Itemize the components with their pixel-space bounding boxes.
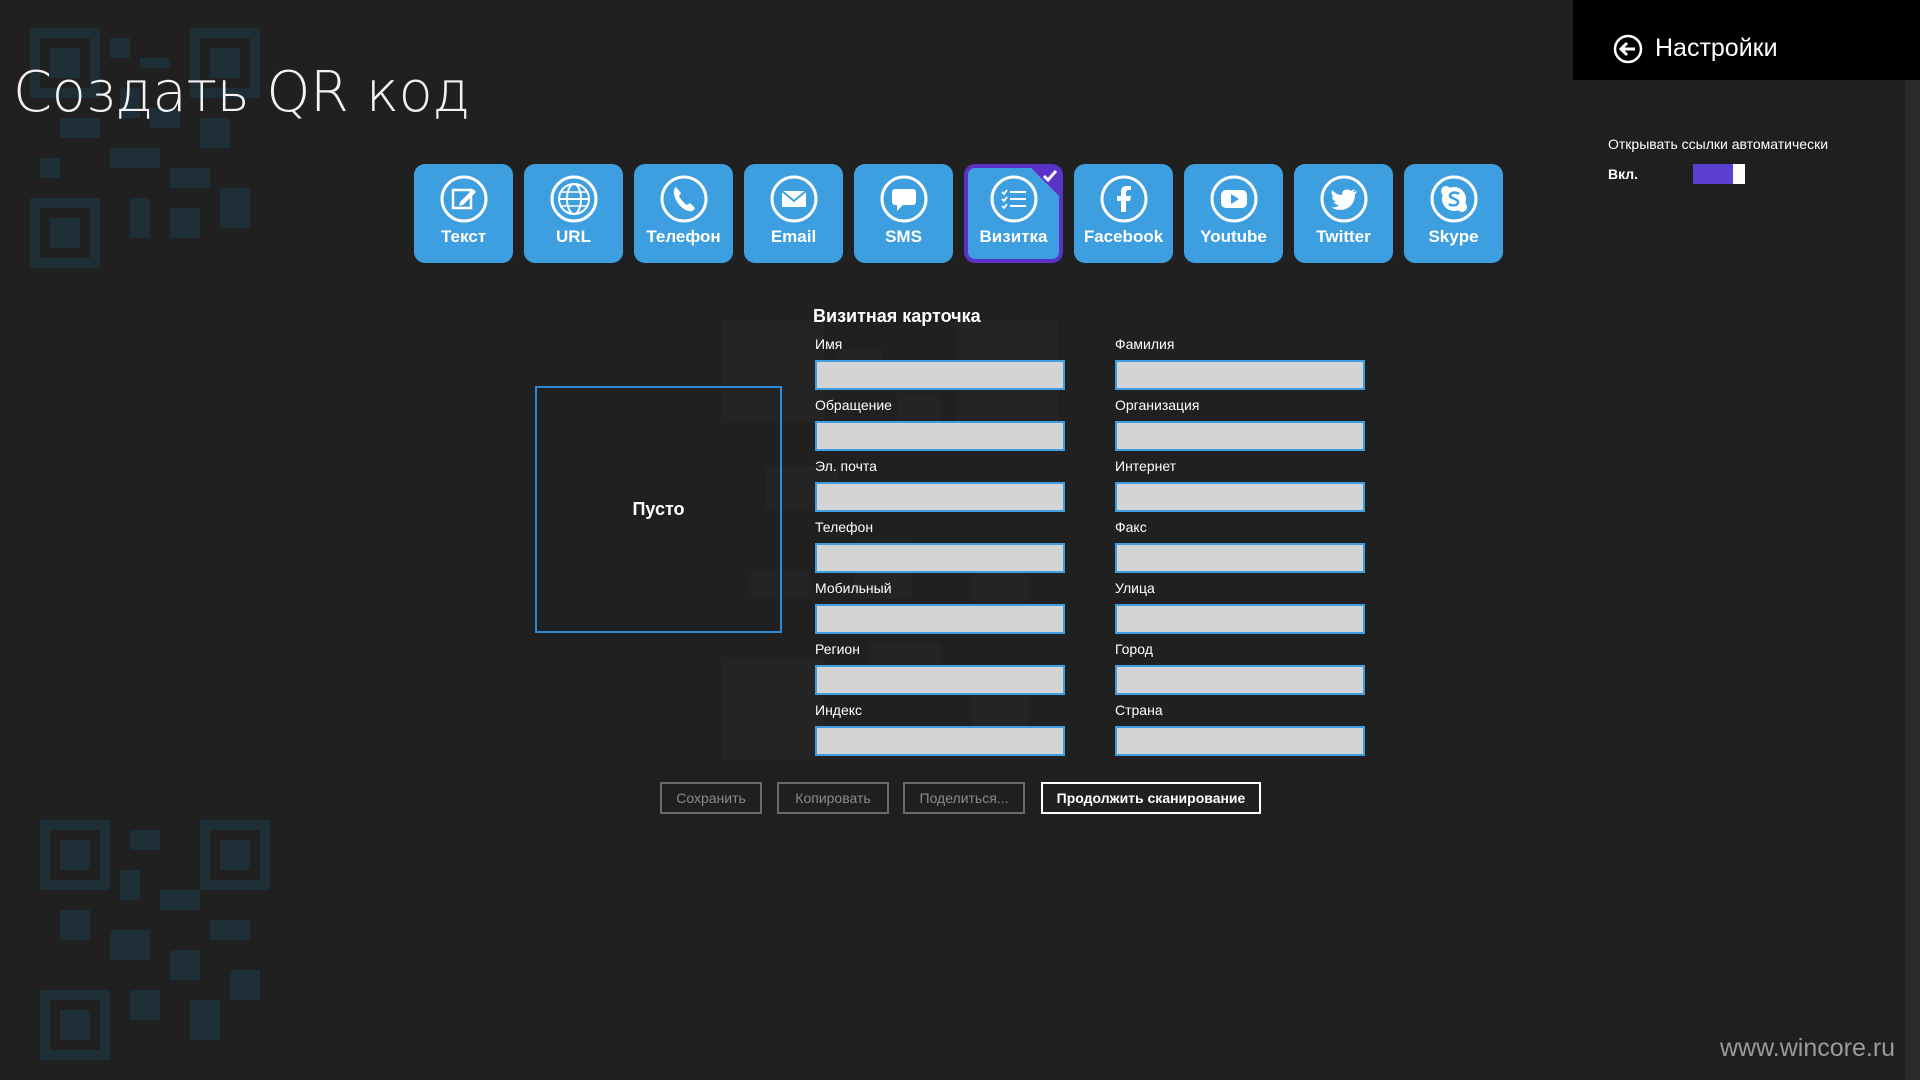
website-input[interactable]	[1115, 482, 1365, 512]
field-label: Город	[1115, 641, 1153, 657]
qr-decoration-bottom-left	[40, 820, 270, 1060]
type-button-label: Twitter	[1316, 227, 1371, 246]
type-button-label: Текст	[440, 227, 487, 246]
field-postal-code: Индекс	[815, 702, 1065, 756]
field-label: Индекс	[815, 702, 863, 718]
main-area: Создать QR код Текст URL Телефон Email S…	[0, 0, 1573, 1080]
type-button-twitter[interactable]: Twitter	[1294, 164, 1393, 263]
organization-input[interactable]	[1115, 421, 1365, 451]
envelope-icon	[770, 175, 817, 223]
pencil-square-icon	[440, 175, 487, 223]
field-label: Факс	[1115, 519, 1147, 535]
type-button-label: Skype	[1428, 227, 1479, 246]
field-phone: Телефон	[815, 519, 1065, 573]
auto-open-links-toggle[interactable]	[1693, 164, 1745, 184]
settings-title: Настройки	[1655, 34, 1778, 62]
watermark: www.wincore.ru	[1720, 1034, 1896, 1062]
phone-input[interactable]	[815, 543, 1065, 573]
street-input[interactable]	[1115, 604, 1365, 634]
city-input[interactable]	[1115, 665, 1365, 695]
field-label: Организация	[1115, 397, 1200, 413]
field-label: Мобильный	[815, 580, 892, 596]
settings-panel: Настройки Открывать ссылки автоматически…	[1573, 0, 1920, 1080]
settings-scrollbar[interactable]	[1905, 80, 1920, 1080]
field-first-name: Имя	[815, 336, 1065, 390]
email-input[interactable]	[815, 482, 1065, 512]
type-button-phone[interactable]: Телефон	[634, 164, 733, 263]
field-region: Регион	[815, 641, 1065, 695]
first-name-input[interactable]	[815, 360, 1065, 390]
field-label: Регион	[815, 641, 860, 657]
skype-icon	[1430, 175, 1477, 223]
field-label: Фамилия	[1115, 336, 1175, 352]
back-arrow-icon[interactable]	[1613, 34, 1643, 64]
field-label: Обращение	[815, 397, 892, 413]
share-button[interactable]: Поделиться...	[903, 782, 1025, 814]
continue-scanning-button[interactable]: Продолжить сканирование	[1041, 782, 1261, 814]
page-title: Создать QR код	[13, 60, 470, 125]
type-button-label: Email	[770, 227, 817, 246]
field-last-name: Фамилия	[1115, 336, 1365, 390]
toggle-thumb	[1733, 164, 1745, 184]
type-button-facebook[interactable]: Facebook	[1074, 164, 1173, 263]
auto-open-links-label: Открывать ссылки автоматически	[1608, 136, 1829, 152]
type-button-label: SMS	[885, 227, 922, 246]
mobile-input[interactable]	[815, 604, 1065, 634]
type-button-email[interactable]: Email	[744, 164, 843, 263]
selected-check-icon	[1030, 167, 1060, 197]
type-button-skype[interactable]: Skype	[1404, 164, 1503, 263]
copy-button[interactable]: Копировать	[777, 782, 889, 814]
field-title: Обращение	[815, 397, 1065, 451]
facebook-icon	[1100, 175, 1147, 223]
qr-placeholder-text: Пусто	[632, 499, 685, 519]
country-input[interactable]	[1115, 726, 1365, 756]
field-website: Интернет	[1115, 458, 1365, 512]
type-button-sms[interactable]: SMS	[854, 164, 953, 263]
type-button-label: Визитка	[979, 227, 1048, 246]
postal-code-input[interactable]	[815, 726, 1065, 756]
settings-header: Настройки	[1573, 0, 1920, 80]
field-organization: Организация	[1115, 397, 1365, 451]
chat-bubble-icon	[880, 175, 927, 223]
field-street: Улица	[1115, 580, 1365, 634]
type-button-label: URL	[556, 227, 591, 246]
title-input[interactable]	[815, 421, 1065, 451]
type-button-label: Телефон	[646, 227, 721, 246]
twitter-bird-icon	[1320, 175, 1367, 223]
field-label: Телефон	[815, 519, 874, 535]
field-city: Город	[1115, 641, 1365, 695]
field-label: Улица	[1115, 580, 1155, 596]
qr-type-selector: Текст URL Телефон Email SMS Визитка Face…	[414, 164, 1503, 263]
region-input[interactable]	[815, 665, 1065, 695]
type-button-label: Youtube	[1200, 227, 1267, 246]
type-button-url[interactable]: URL	[524, 164, 623, 263]
field-label: Эл. почта	[815, 458, 877, 474]
qr-preview: Пусто	[535, 386, 782, 633]
type-button-vcard[interactable]: Визитка	[964, 164, 1063, 263]
globe-icon	[550, 175, 597, 223]
fax-input[interactable]	[1115, 543, 1365, 573]
type-button-text[interactable]: Текст	[414, 164, 513, 263]
field-mobile: Мобильный	[815, 580, 1065, 634]
field-label: Страна	[1115, 702, 1163, 718]
last-name-input[interactable]	[1115, 360, 1365, 390]
toggle-state-label: Вкл.	[1608, 166, 1639, 182]
field-label: Имя	[815, 336, 843, 352]
type-button-label: Facebook	[1083, 227, 1164, 246]
save-button[interactable]: Сохранить	[660, 782, 762, 814]
phone-icon	[660, 175, 707, 223]
field-label: Интернет	[1115, 458, 1177, 474]
youtube-icon	[1210, 175, 1257, 223]
field-fax: Факс	[1115, 519, 1365, 573]
field-email: Эл. почта	[815, 458, 1065, 512]
field-country: Страна	[1115, 702, 1365, 756]
type-button-youtube[interactable]: Youtube	[1184, 164, 1283, 263]
card-title: Визитная карточка	[813, 306, 981, 326]
